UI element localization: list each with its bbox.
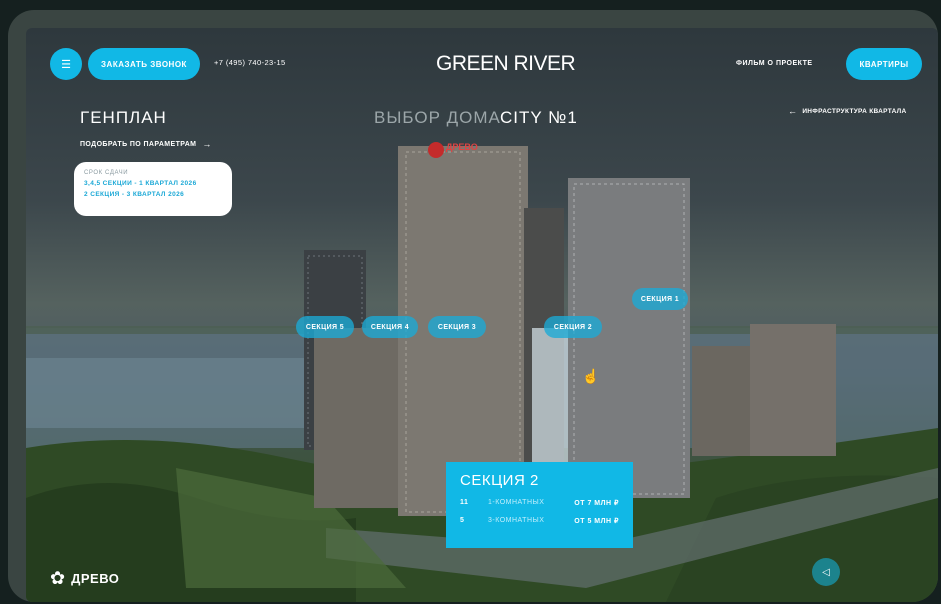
filter-link-label: ПОДОБРАТЬ ПО ПАРАМЕТРАМ bbox=[80, 140, 197, 148]
section-info-card[interactable]: СЕКЦИЯ 2 11 1-КОМНАТНЫХ ОТ 7 МЛН ₽ 5 3-К… bbox=[446, 462, 633, 548]
masterplan-screen: ☰ ЗАКАЗАТЬ ЗВОНОК +7 (495) 740-23-15 GRE… bbox=[26, 28, 938, 602]
section-card-row: 5 3-КОМНАТНЫХ ОТ 5 МЛН ₽ bbox=[460, 517, 619, 525]
drevo-logo-mark bbox=[428, 142, 444, 158]
footer-brand-label: ДРЕВО bbox=[71, 571, 120, 586]
logo[interactable]: GREEN RIVER bbox=[436, 52, 576, 76]
delivery-line-1: 3,4,5 СЕКЦИИ - 1 КВАРТАЛ 2026 bbox=[84, 180, 197, 187]
river-surface bbox=[26, 358, 326, 428]
page-title: ГЕНПЛАН bbox=[80, 108, 167, 127]
menu-button[interactable]: ☰ bbox=[50, 48, 82, 80]
sound-icon: ◁ bbox=[822, 566, 830, 578]
row-price: ОТ 7 МЛН ₽ bbox=[574, 500, 619, 507]
delivery-label: СРОК СДАЧИ bbox=[84, 170, 129, 176]
arrow-right-icon: → bbox=[202, 139, 212, 149]
apartments-button[interactable]: КВАРТИРЫ bbox=[846, 48, 922, 80]
section-tag-2[interactable]: СЕКЦИЯ 2 bbox=[544, 316, 602, 338]
section-tag-3[interactable]: СЕКЦИЯ 3 bbox=[428, 316, 486, 338]
choose-house-tab[interactable]: ВЫБОР ДОМА bbox=[374, 108, 501, 128]
arrow-left-icon: ← bbox=[788, 106, 798, 116]
building-section-1 bbox=[568, 178, 690, 498]
row-count: 11 bbox=[460, 499, 469, 506]
section-tag-4[interactable]: СЕКЦИЯ 4 bbox=[362, 316, 418, 338]
infrastructure-link[interactable]: ← ИНФРАСТРУКТУРА КВАРТАЛА bbox=[788, 106, 907, 116]
film-link[interactable]: ФИЛЬМ О ПРОЕКТЕ bbox=[736, 60, 813, 67]
flower-logo-icon: ✿ bbox=[50, 568, 66, 588]
section-card-title: СЕКЦИЯ 2 bbox=[460, 472, 539, 489]
infrastructure-link-label: ИНФРАСТРУКТУРА КВАРТАЛА bbox=[802, 107, 907, 115]
section-tag-1[interactable]: СЕКЦИЯ 1 bbox=[632, 288, 688, 310]
building-section-4 bbox=[314, 328, 404, 508]
filter-link[interactable]: ПОДОБРАТЬ ПО ПАРАМЕТРАМ → bbox=[80, 139, 212, 149]
call-button[interactable]: ЗАКАЗАТЬ ЗВОНОК bbox=[88, 48, 200, 80]
sound-button[interactable]: ◁ bbox=[812, 558, 840, 586]
hand-cursor-icon: ☝ bbox=[582, 368, 600, 384]
city-tab[interactable]: CITY №1 bbox=[500, 108, 578, 128]
device-frame: ☰ ЗАКАЗАТЬ ЗВОНОК +7 (495) 740-23-15 GRE… bbox=[8, 10, 938, 602]
row-price: ОТ 5 МЛН ₽ bbox=[574, 518, 619, 525]
section-card-row: 11 1-КОМНАТНЫХ ОТ 7 МЛН ₽ bbox=[460, 499, 619, 507]
building-brand: ДРЕВО bbox=[446, 142, 478, 152]
delivery-card: СРОК СДАЧИ 3,4,5 СЕКЦИИ - 1 КВАРТАЛ 2026… bbox=[74, 162, 232, 216]
menu-icon: ☰ bbox=[61, 58, 71, 71]
section-tag-5[interactable]: СЕКЦИЯ 5 bbox=[296, 316, 354, 338]
row-kind: 3-КОМНАТНЫХ bbox=[488, 517, 545, 524]
row-kind: 1-КОМНАТНЫХ bbox=[488, 499, 545, 506]
footer-brand[interactable]: ✿ ДРЕВО bbox=[50, 568, 119, 589]
phone-number[interactable]: +7 (495) 740-23-15 bbox=[214, 58, 286, 67]
delivery-line-2: 2 СЕКЦИЯ - 3 КВАРТАЛ 2026 bbox=[84, 191, 185, 198]
row-count: 5 bbox=[460, 517, 465, 524]
